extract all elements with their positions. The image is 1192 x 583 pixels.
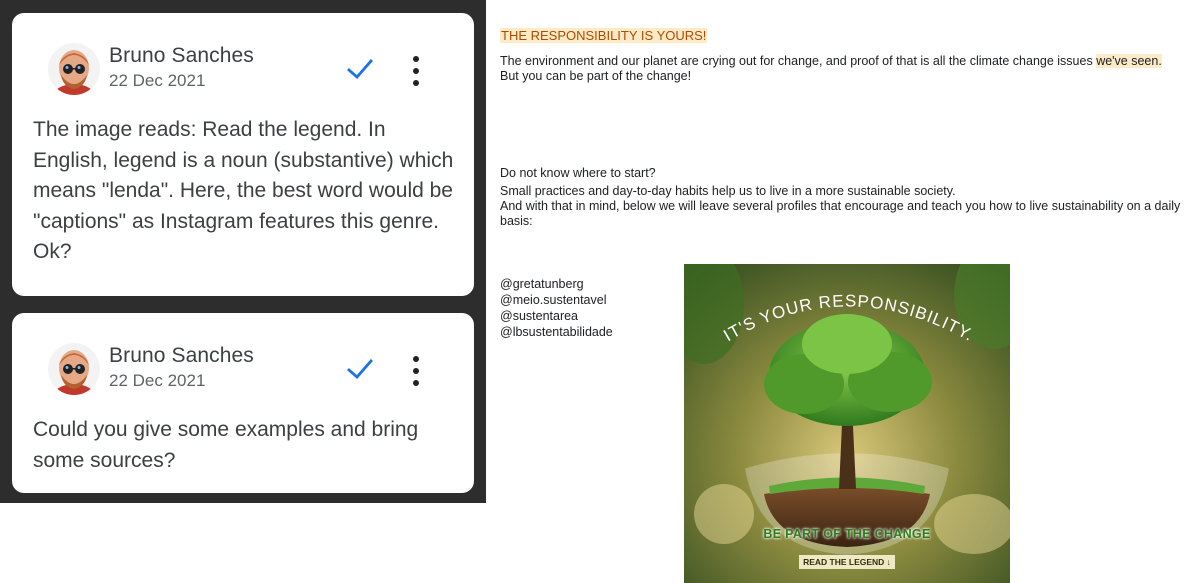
poster-legend-text: READ THE LEGEND — [803, 557, 885, 567]
highlighted-text[interactable]: we've seen. — [1096, 54, 1162, 68]
more-vertical-icon[interactable] — [406, 53, 426, 89]
profile-handle: @sustentarea — [500, 309, 579, 323]
poster-legend: READ THE LEGEND ↓ — [684, 555, 1010, 570]
comment-card[interactable]: Bruno Sanches 22 Dec 2021 The image read… — [12, 13, 474, 296]
check-icon[interactable] — [346, 357, 374, 381]
comment-card[interactable]: Bruno Sanches 22 Dec 2021 Could you give… — [12, 313, 474, 493]
comment-text: The image reads: Read the legend. In Eng… — [33, 118, 454, 263]
poster-cta-text: BE PART OF THE CHANGE — [763, 527, 931, 541]
paragraph: Small practices and day-to-day habits he… — [500, 184, 956, 198]
comment-date: 22 Dec 2021 — [109, 71, 206, 90]
comment-author: Bruno Sanches — [109, 44, 254, 67]
comment-panel: Bruno Sanches 22 Dec 2021 The image read… — [0, 0, 486, 503]
profile-handle: @gretatunberg — [500, 277, 584, 291]
profile-list: @gretatunberg @meio.sustentavel @sustent… — [500, 276, 613, 340]
poster-headline: IT'S YOUR RESPONSIBILITY. — [720, 291, 977, 345]
comment-author: Bruno Sanches — [109, 344, 254, 367]
svg-text:IT'S YOUR RESPONSIBILITY.: IT'S YOUR RESPONSIBILITY. — [720, 291, 977, 345]
document-page[interactable]: THE RESPONSIBILITY IS YOURS! The environ… — [500, 0, 1190, 583]
poster-headline-text: IT'S YOUR RESPONSIBILITY. — [720, 291, 976, 345]
poster-image[interactable]: IT'S YOUR RESPONSIBILITY. BE PART OF THE… — [684, 264, 1010, 583]
document-title: THE RESPONSIBILITY IS YOURS! — [500, 28, 708, 43]
avatar — [48, 43, 100, 95]
paragraph: The environment and our planet are cryin… — [500, 54, 1190, 84]
arrow-down-icon: ↓ — [886, 557, 891, 567]
avatar — [48, 343, 100, 395]
paragraph: And with that in mind, below we will lea… — [500, 199, 1181, 228]
check-icon[interactable] — [346, 57, 374, 81]
comment-date: 22 Dec 2021 — [109, 371, 206, 390]
paragraph-text: But you can be part of the change! — [500, 69, 692, 83]
more-vertical-icon[interactable] — [406, 353, 426, 389]
paragraph: Do not know where to start? — [500, 166, 656, 180]
profile-handle: @lbsustentabilidade — [500, 325, 613, 339]
profile-handle: @meio.sustentavel — [500, 293, 607, 307]
comment-text: Could you give some examples and bring s… — [33, 418, 419, 472]
paragraph-text: The environment and our planet are cryin… — [500, 54, 1097, 68]
